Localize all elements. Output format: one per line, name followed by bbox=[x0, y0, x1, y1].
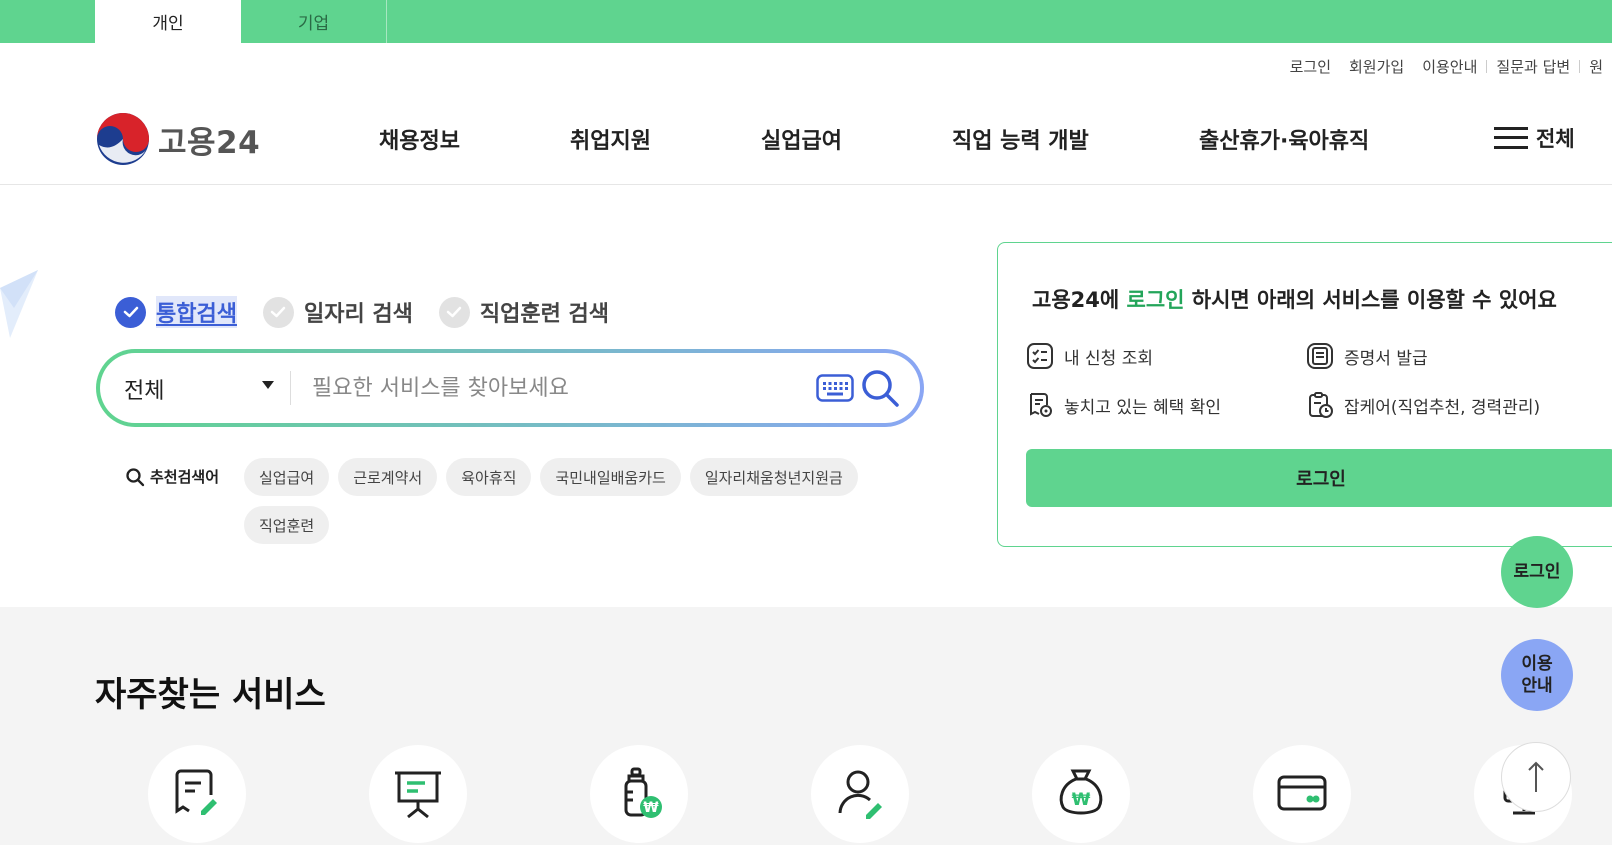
magnifier-icon bbox=[126, 467, 145, 486]
service-label: 놓치고 있는 혜택 확인 bbox=[1064, 397, 1221, 418]
arrow-up-icon bbox=[1528, 761, 1544, 792]
caret-down-icon[interactable] bbox=[262, 381, 274, 389]
keyword-chip[interactable]: 일자리채움청년지원금 bbox=[689, 458, 858, 496]
search-type-tabs: 통합검색 일자리 검색 직업훈련 검색 bbox=[115, 296, 635, 328]
all-menu-label: 전체 bbox=[1536, 127, 1575, 151]
search-icon[interactable] bbox=[860, 368, 900, 408]
gnb-unemployment-benefit[interactable]: 실업급여 bbox=[761, 123, 842, 155]
util-login-link[interactable]: 로그인 bbox=[1281, 56, 1340, 77]
tab-integrated-search[interactable]: 통합검색 bbox=[115, 296, 237, 328]
title-suffix: 하시면 아래의 서비스를 이용할 수 있어요 bbox=[1184, 288, 1557, 312]
login-promo-title: 고용24에 로그인 하시면 아래의 서비스를 이용할 수 있어요 bbox=[1032, 284, 1557, 314]
tab-business[interactable]: 기업 bbox=[241, 0, 387, 43]
utility-links: 로그인 회원가입 이용안내 질문과 답변 원 bbox=[1281, 56, 1612, 76]
check-circle-icon bbox=[115, 296, 146, 328]
frequent-services-title: 자주찾는 서비스 bbox=[95, 675, 326, 715]
service-missed-benefits[interactable]: 놓치고 있는 혜택 확인 bbox=[1026, 391, 1221, 419]
search-category-select[interactable]: 전체 bbox=[124, 373, 164, 405]
top-tab-bar: 개인 기업 bbox=[0, 0, 1612, 43]
svg-text:₩: ₩ bbox=[643, 800, 659, 816]
service-jobcare[interactable]: 잡케어(직업추천, 경력관리) bbox=[1306, 391, 1540, 419]
tab-job-search[interactable]: 일자리 검색 bbox=[262, 296, 413, 328]
check-circle-icon bbox=[262, 296, 294, 328]
certificate-icon bbox=[1307, 343, 1333, 369]
recommended-title: 추천검색어 bbox=[125, 466, 219, 487]
tab-label: 직업훈련 검색 bbox=[479, 302, 609, 327]
benefit-doc-icon bbox=[1030, 393, 1052, 417]
service-certificate[interactable]: 증명서 발급 bbox=[1306, 342, 1428, 370]
login-promo-box: 고용24에 로그인 하시면 아래의 서비스를 이용할 수 있어요 내 신청 조회… bbox=[997, 242, 1612, 547]
gnb-job-info[interactable]: 채용정보 bbox=[379, 123, 460, 155]
tab-label: 일자리 검색 bbox=[303, 302, 413, 327]
user-edit-icon bbox=[838, 770, 882, 819]
svg-text:₩: ₩ bbox=[1072, 790, 1091, 810]
keyword-chip[interactable]: 근로계약서 bbox=[338, 458, 438, 496]
tab-label: 통합검색 bbox=[156, 296, 237, 328]
search-input[interactable] bbox=[312, 367, 792, 409]
floating-guide-button[interactable]: 이용 안내 bbox=[1501, 639, 1573, 711]
guide-line-2: 안내 bbox=[1521, 676, 1553, 696]
service-label: 증명서 발급 bbox=[1344, 348, 1428, 369]
baby-bottle-icon: ₩ bbox=[624, 767, 662, 818]
util-more-link[interactable]: 원 bbox=[1580, 56, 1612, 77]
tab-training-search[interactable]: 직업훈련 검색 bbox=[438, 296, 609, 328]
recommended-title-text: 추천검색어 bbox=[150, 468, 220, 486]
login-button[interactable]: 로그인 bbox=[1026, 449, 1612, 507]
service-my-applications[interactable]: 내 신청 조회 bbox=[1026, 342, 1153, 370]
gnb-skill-development[interactable]: 직업 능력 개발 bbox=[952, 123, 1089, 155]
keyword-chip[interactable]: 국민내일배움카드 bbox=[540, 458, 681, 496]
gnb-employment-support[interactable]: 취업지원 bbox=[570, 123, 651, 155]
guide-line-1: 이용 bbox=[1521, 653, 1553, 674]
service-card-presentation[interactable] bbox=[369, 745, 467, 843]
site-header: 고용24 채용정보 취업지원 실업급여 직업 능력 개발 출산휴가·육아휴직 전… bbox=[0, 90, 1612, 185]
check-circle-icon bbox=[438, 296, 470, 328]
money-bag-icon: ₩ bbox=[1059, 769, 1103, 815]
floating-login-button[interactable]: 로그인 bbox=[1501, 536, 1573, 608]
logo-text: 고용24 bbox=[158, 124, 261, 161]
frequent-services-section: 자주찾는 서비스 ₩ ₩ bbox=[0, 607, 1612, 845]
service-card-money[interactable]: ₩ bbox=[1032, 745, 1130, 843]
service-card-document[interactable] bbox=[148, 745, 246, 843]
search-box-inner: 전체 bbox=[100, 353, 920, 423]
service-card-card[interactable] bbox=[1253, 745, 1351, 843]
service-label: 잡케어(직업추천, 경력관리) bbox=[1344, 397, 1541, 418]
service-label: 내 신청 조회 bbox=[1064, 348, 1154, 369]
search-box: 전체 bbox=[96, 349, 924, 427]
title-prefix: 고용24에 bbox=[1032, 288, 1127, 312]
paper-plane-icon bbox=[0, 270, 38, 338]
util-qna-link[interactable]: 질문과 답변 bbox=[1487, 56, 1579, 77]
service-card-childcare[interactable]: ₩ bbox=[590, 745, 688, 843]
scroll-top-button[interactable] bbox=[1501, 742, 1571, 812]
keyword-chip[interactable]: 직업훈련 bbox=[244, 506, 330, 544]
util-guide-link[interactable]: 이용안내 bbox=[1413, 56, 1486, 77]
keyboard-icon[interactable] bbox=[816, 374, 854, 402]
title-emphasis: 로그인 bbox=[1126, 288, 1185, 312]
site-logo[interactable]: 고용24 bbox=[96, 112, 260, 166]
document-edit-icon bbox=[175, 769, 217, 815]
service-card-profile[interactable] bbox=[811, 745, 909, 843]
tab-personal[interactable]: 개인 bbox=[95, 0, 241, 43]
credit-card-icon bbox=[1277, 775, 1327, 811]
checklist-icon bbox=[1027, 343, 1053, 369]
keyword-chip[interactable]: 육아휴직 bbox=[446, 458, 532, 496]
presentation-board-icon bbox=[395, 771, 441, 819]
taegeuk-logo-icon bbox=[97, 113, 149, 165]
divider bbox=[290, 371, 291, 405]
keyword-chip-list: 실업급여 근로계약서 육아휴직 국민내일배움카드 일자리채움청년지원금 직업훈련 bbox=[244, 458, 924, 554]
gnb-maternity-parental-leave[interactable]: 출산휴가·육아휴직 bbox=[1199, 123, 1369, 155]
all-menu-button[interactable]: 전체 bbox=[1494, 123, 1575, 153]
hamburger-icon bbox=[1494, 126, 1528, 150]
keyword-chip[interactable]: 실업급여 bbox=[244, 458, 330, 496]
clipboard-clock-icon bbox=[1309, 392, 1333, 418]
util-signup-link[interactable]: 회원가입 bbox=[1340, 56, 1413, 77]
